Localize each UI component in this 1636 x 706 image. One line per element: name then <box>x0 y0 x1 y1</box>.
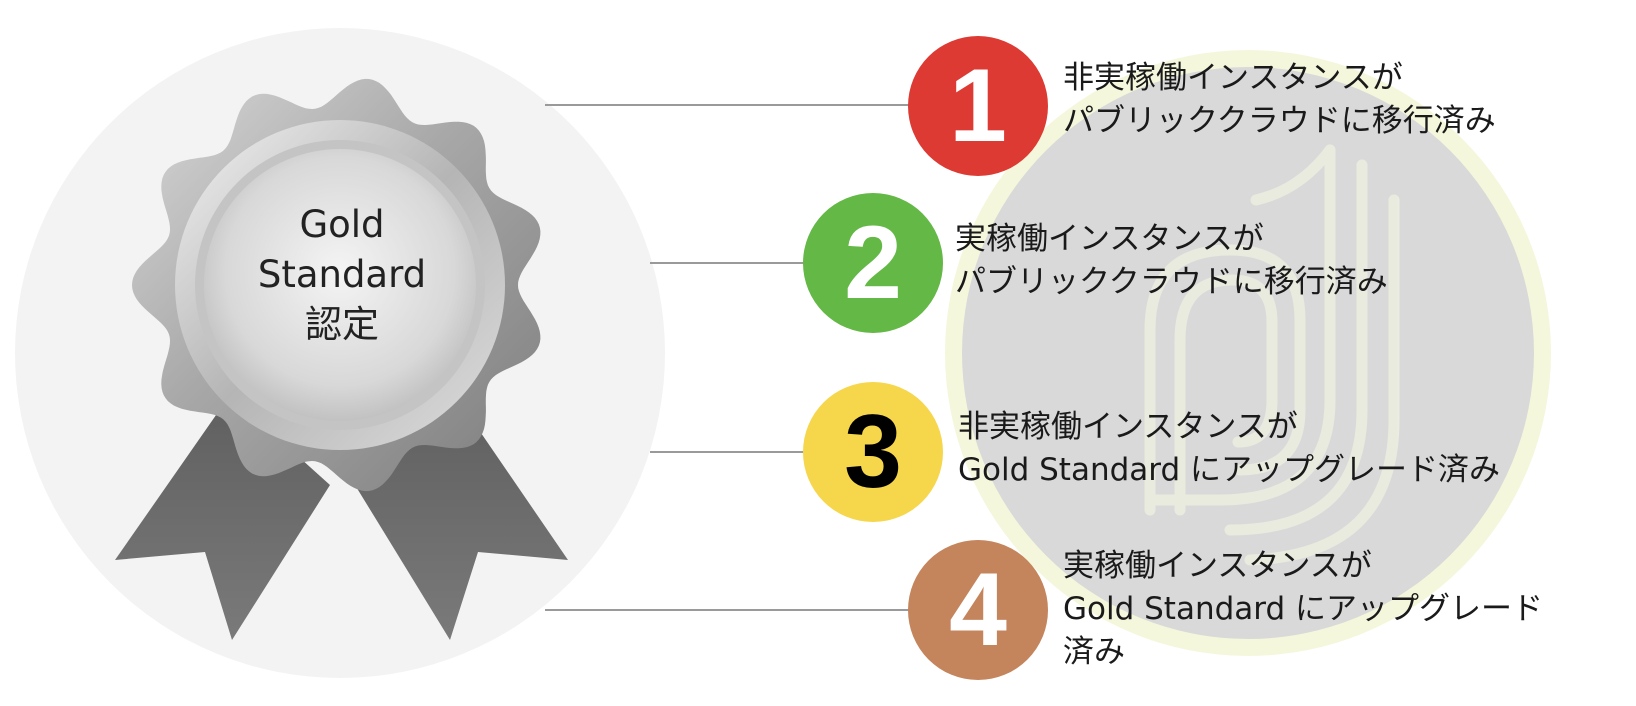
step-text-2: 実稼働インスタンスが パブリッククラウドに移行済み <box>955 218 1388 304</box>
step-text-2-line-2: パブリッククラウドに移行済み <box>955 264 1388 300</box>
step-text-4-line-1: 実稼働インスタンスが <box>1063 548 1372 584</box>
medal-label-line-1: Gold <box>299 203 385 246</box>
step-number-4: 4 <box>949 552 1007 668</box>
medal-label-line-3: 認定 <box>305 303 379 346</box>
step-text-3-line-2: Gold Standard にアップグレード済み <box>958 452 1501 488</box>
step-text-2-line-1: 実稼働インスタンスが <box>955 221 1264 257</box>
step-text-3: 非実稼働インスタンスが Gold Standard にアップグレード済み <box>958 406 1500 492</box>
step-text-4-line-3: 済み <box>1063 634 1125 670</box>
step-number-2: 2 <box>844 205 902 321</box>
step-text-1-line-1: 非実稼働インスタンスが <box>1063 60 1403 96</box>
step-text-4: 実稼働インスタンスが Gold Standard にアップグレード 済み <box>1063 545 1543 674</box>
step-number-3: 3 <box>844 394 902 510</box>
step-text-1: 非実稼働インスタンスが パブリッククラウドに移行済み <box>1063 57 1496 143</box>
step-text-3-line-1: 非実稼働インスタンスが <box>958 409 1298 445</box>
medal-label-line-2: Standard <box>257 253 427 296</box>
step-text-1-line-2: パブリッククラウドに移行済み <box>1063 103 1496 139</box>
medal-label: Gold Standard 認定 <box>232 200 452 350</box>
step-text-4-line-2: Gold Standard にアップグレード <box>1063 591 1544 627</box>
step-number-1: 1 <box>949 48 1007 164</box>
